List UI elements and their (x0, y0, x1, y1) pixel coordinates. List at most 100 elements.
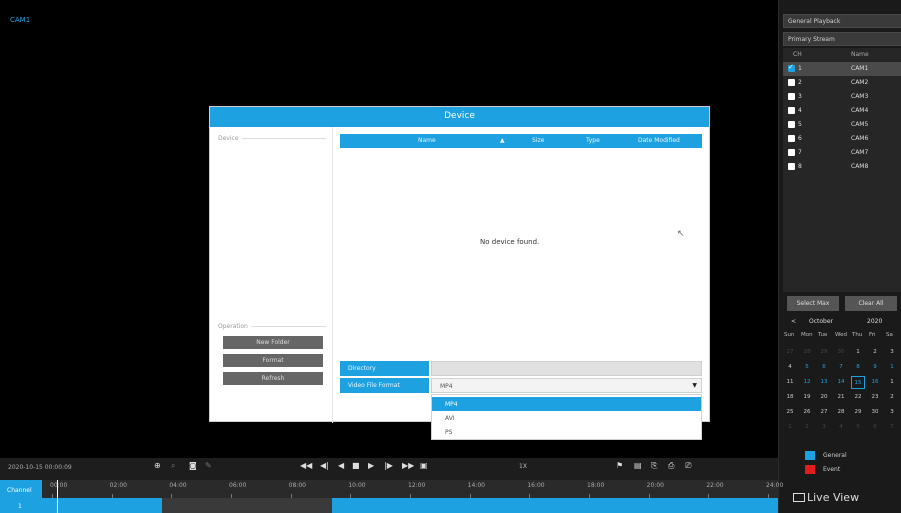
snapshot-icon[interactable]: ◙ (189, 461, 197, 470)
month-select[interactable]: October (809, 318, 833, 325)
channel-checkbox[interactable] (788, 121, 795, 128)
calendar-day[interactable]: 27 (783, 346, 797, 359)
calendar-day[interactable]: 8 (851, 361, 865, 374)
calendar-day[interactable]: 6 (817, 361, 831, 374)
prev-month-arrow[interactable]: < (791, 318, 796, 325)
channel-row[interactable]: 6 CAM6 (783, 132, 901, 146)
calendar-day[interactable]: 15 (851, 376, 865, 389)
export-icon[interactable]: ⎘ (651, 461, 657, 471)
date-modified-column[interactable]: Date Modified (638, 137, 680, 144)
fast-forward-icon[interactable]: ▶▶ (402, 461, 414, 470)
calendar-day[interactable]: 3 (817, 421, 831, 434)
calendar-day[interactable]: 22 (851, 391, 865, 404)
calendar-day[interactable]: 1 (885, 361, 899, 374)
stop-icon[interactable]: ■ (352, 461, 360, 470)
video-format-select[interactable]: MP4 ▼ (431, 378, 702, 393)
calendar-day[interactable]: 7 (834, 361, 848, 374)
calendar-day[interactable]: 12 (800, 376, 814, 389)
calendar-day[interactable]: 13 (817, 376, 831, 389)
calendar-day[interactable]: 28 (800, 346, 814, 359)
channel-row[interactable]: 2 CAM2 (783, 76, 901, 90)
type-column[interactable]: Type (586, 137, 600, 144)
calendar-day[interactable]: 5 (800, 361, 814, 374)
calendar-day[interactable]: 27 (817, 406, 831, 419)
channel-row[interactable]: 3 CAM3 (783, 90, 901, 104)
playback-mode-select[interactable]: General Playback (783, 14, 901, 28)
calendar-day[interactable]: 11 (783, 376, 797, 389)
calendar-day[interactable]: 7 (885, 421, 899, 434)
calendar-day[interactable]: 18 (783, 391, 797, 404)
calendar-day[interactable]: 30 (834, 346, 848, 359)
reverse-play-icon[interactable]: ◀ (338, 461, 344, 470)
calendar-day[interactable]: 21 (834, 391, 848, 404)
new-folder-button[interactable]: New Folder (223, 336, 323, 349)
format-option-mp4[interactable]: MP4 (432, 397, 701, 411)
calendar-day[interactable]: 2 (868, 346, 882, 359)
calendar-day[interactable]: 2 (800, 421, 814, 434)
calendar-day[interactable]: 25 (783, 406, 797, 419)
calendar-day[interactable]: 29 (817, 346, 831, 359)
channel-checkbox[interactable] (788, 93, 795, 100)
calendar-day[interactable]: 1 (885, 376, 899, 389)
calendar-day[interactable]: 19 (800, 391, 814, 404)
name-column[interactable]: Name (418, 137, 436, 144)
calendar-day[interactable]: 28 (834, 406, 848, 419)
timeline-track[interactable] (42, 498, 778, 513)
directory-field[interactable] (431, 361, 702, 376)
channel-checkbox[interactable] (788, 63, 795, 72)
calendar-day[interactable]: 3 (885, 346, 899, 359)
year-select[interactable]: 2020 (867, 318, 882, 325)
refresh-button[interactable]: Refresh (223, 372, 323, 385)
channel-row[interactable]: 7 CAM7 (783, 146, 901, 160)
calendar-day[interactable]: 23 (868, 391, 882, 404)
backup-icon[interactable]: ▤ (634, 461, 642, 470)
format-option-ps[interactable]: PS (432, 425, 701, 439)
channel-checkbox[interactable] (788, 79, 795, 86)
calendar-day[interactable]: 9 (868, 361, 882, 374)
search-icon[interactable]: ⌕ (171, 461, 175, 471)
calendar-day[interactable]: 16 (868, 376, 882, 389)
zoom-icon[interactable]: ⊕ (154, 461, 161, 470)
calendar-day[interactable]: 14 (834, 376, 848, 389)
calendar-day[interactable]: 2 (885, 391, 899, 404)
tag-icon[interactable]: ✎ (205, 461, 212, 470)
timeline-cursor[interactable] (57, 480, 58, 513)
calendar-day[interactable]: 26 (800, 406, 814, 419)
channel-checkbox[interactable] (788, 149, 795, 156)
channel-checkbox[interactable] (788, 107, 795, 114)
timeline-ruler[interactable]: 00:00 02:00 04:00 06:00 08:00 10:00 12:00 14:00… (42, 480, 783, 498)
channel-checkbox[interactable] (788, 163, 795, 170)
step-forward-icon[interactable]: |▶ (384, 461, 393, 470)
fast-rewind-icon[interactable]: ◀◀ (300, 461, 312, 470)
calendar-day[interactable]: 30 (868, 406, 882, 419)
rewind-icon[interactable]: ◀| (320, 461, 329, 470)
calendar-day[interactable]: 4 (783, 361, 797, 374)
calendar-day[interactable]: 4 (834, 421, 848, 434)
sort-arrow-icon[interactable]: ▲ (500, 137, 505, 144)
clear-all-button[interactable]: Clear All (845, 296, 897, 311)
print-icon[interactable]: ⎚ (685, 461, 691, 471)
calendar-day[interactable]: 1 (783, 421, 797, 434)
calendar-day[interactable]: 6 (868, 421, 882, 434)
select-max-button[interactable]: Select Max (787, 296, 839, 311)
stream-select[interactable]: Primary Stream (783, 32, 901, 46)
chevron-down-icon[interactable]: ▼ (692, 382, 697, 389)
calendar-day[interactable]: 1 (851, 346, 865, 359)
channel-row[interactable]: 4 CAM4 (783, 104, 901, 118)
calendar-day[interactable]: 5 (851, 421, 865, 434)
calendar-day[interactable]: 3 (885, 406, 899, 419)
lock-icon[interactable]: ⎙ (668, 461, 674, 471)
save-icon[interactable]: ▣ (420, 461, 428, 470)
channel-row[interactable]: 8 CAM8 (783, 160, 901, 174)
channel-row[interactable]: 5 CAM5 (783, 118, 901, 132)
format-option-avi[interactable]: AVI (432, 411, 701, 425)
size-column[interactable]: Size (532, 137, 544, 144)
clip-icon[interactable]: ⚑ (616, 461, 623, 470)
channel-checkbox[interactable] (788, 135, 795, 142)
format-button[interactable]: Format (223, 354, 323, 367)
calendar-day[interactable]: 29 (851, 406, 865, 419)
calendar-day[interactable]: 20 (817, 391, 831, 404)
live-view-button[interactable]: Live View (793, 491, 859, 504)
channel-row[interactable]: 1 CAM1 (783, 62, 901, 76)
channel-tab[interactable]: Channel 1 (0, 480, 42, 513)
